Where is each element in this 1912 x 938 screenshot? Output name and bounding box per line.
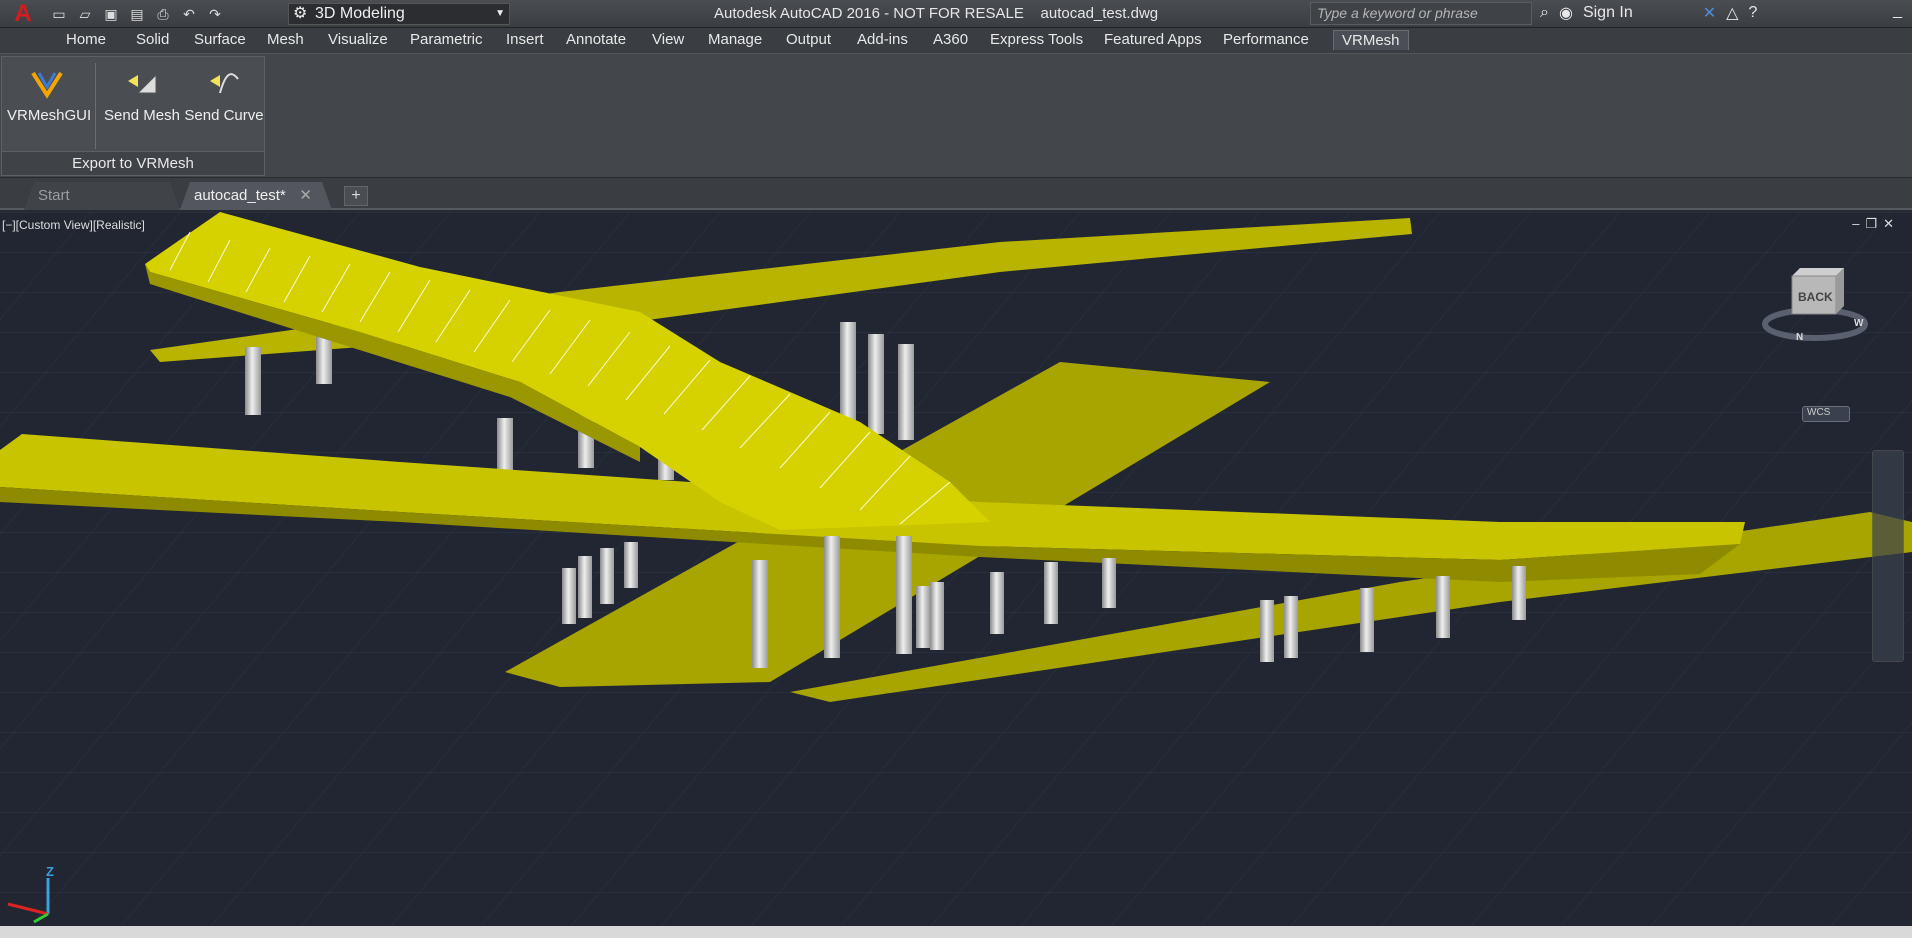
send-curve-button[interactable]: Send Curve — [184, 65, 264, 124]
send-mesh-icon — [128, 73, 157, 94]
help-icon[interactable]: ? — [1748, 4, 1757, 22]
app-title: Autodesk AutoCAD 2016 - NOT FOR RESALE — [714, 5, 1024, 22]
navigation-bar[interactable] — [1872, 450, 1904, 662]
close-icon[interactable]: ✕ — [1883, 216, 1900, 231]
model-canvas[interactable] — [0, 212, 1912, 926]
workspace-label: 3D Modeling — [315, 5, 405, 22]
viewcube-graphic — [1762, 268, 1868, 341]
minimize-icon[interactable]: – — [1852, 216, 1865, 231]
compass-w-label: W — [1854, 318, 1864, 329]
tab-featured-apps[interactable]: Featured Apps — [1104, 31, 1202, 48]
ucs-icon — [7, 878, 50, 924]
window-title: Autodesk AutoCAD 2016 - NOT FOR RESALE a… — [714, 5, 1158, 22]
tab-visualize[interactable]: Visualize — [328, 31, 388, 48]
tab-view[interactable]: View — [652, 31, 684, 48]
minimize-icon[interactable]: _ — [1893, 2, 1902, 19]
gear-icon: ⚙ — [293, 5, 308, 22]
tab-solid[interactable]: Solid — [136, 31, 169, 48]
tab-start[interactable]: Start — [24, 182, 180, 210]
new-tab-button[interactable]: + — [344, 186, 368, 206]
quick-access-toolbar: ▭ ▱ ▣ ▤ ⎙ ↶ ↷ — [48, 3, 226, 25]
vrmesh-icon — [31, 71, 63, 99]
open-file-icon[interactable]: ▱ — [74, 3, 96, 25]
redo-icon[interactable]: ↷ — [204, 3, 226, 25]
viewport-controls: –❐✕ — [1852, 216, 1900, 232]
save-icon[interactable]: ▣ — [100, 3, 122, 25]
tab-home[interactable]: Home — [66, 31, 106, 48]
infocenter: ⌕ ◉ Sign In ✕ △ ? — [1540, 3, 1757, 23]
ribbon-tab-bar: Home Solid Surface Mesh Visualize Parametric I… — [0, 28, 1912, 54]
tab-a360[interactable]: A360 — [933, 31, 968, 48]
wcs-menu[interactable]: WCS — [1802, 406, 1850, 422]
undo-icon[interactable]: ↶ — [178, 3, 200, 25]
tab-performance[interactable]: Performance — [1223, 31, 1309, 48]
document-tab-bar: Start autocad_test* ✕ + — [0, 178, 1912, 210]
viewcube[interactable]: BACK N W — [1760, 262, 1870, 352]
sign-in-button[interactable]: Sign In — [1583, 4, 1633, 22]
compass-n-label: N — [1796, 332, 1804, 343]
application-menu-button[interactable]: A — [0, 0, 46, 28]
file-name: autocad_test.dwg — [1040, 5, 1159, 22]
tab-express-tools[interactable]: Express Tools — [990, 31, 1083, 48]
window-controls: _ — [1893, 2, 1902, 20]
tab-add-ins[interactable]: Add-ins — [857, 31, 908, 48]
vrmeshgui-label: VRMeshGUI — [7, 107, 92, 124]
binoculars-icon[interactable]: ⌕ — [1540, 4, 1549, 22]
send-curve-label: Send Curve — [184, 107, 264, 124]
tab-mesh[interactable]: Mesh — [267, 31, 304, 48]
autocad-logo-icon: A — [14, 0, 32, 27]
save-as-icon[interactable]: ▤ — [126, 3, 148, 25]
tab-manage[interactable]: Manage — [708, 31, 762, 48]
send-mesh-label: Send Mesh — [104, 107, 180, 124]
a360-icon[interactable]: △ — [1726, 3, 1738, 23]
close-icon[interactable]: ✕ — [299, 182, 312, 210]
user-icon[interactable]: ◉ — [1559, 3, 1573, 23]
plot-icon[interactable]: ⎙ — [152, 3, 174, 25]
restore-icon[interactable]: ❐ — [1865, 216, 1883, 231]
drawing-viewport[interactable]: [−][Custom View][Realistic] –❐✕ BACK N W… — [0, 212, 1912, 926]
panel-title[interactable]: Export to VRMesh — [2, 151, 264, 175]
export-to-vrmesh-panel: VRMeshGUI Send Mesh Send Curve Export to… — [1, 56, 265, 176]
status-bar — [0, 926, 1912, 938]
search-input[interactable]: Type a keyword or phrase — [1310, 2, 1532, 25]
ucs-z-label: Z — [46, 864, 54, 879]
new-file-icon[interactable]: ▭ — [48, 3, 70, 25]
vrmeshgui-button[interactable]: VRMeshGUI — [7, 65, 91, 124]
tab-current-label: autocad_test* — [194, 187, 286, 204]
title-bar: A ▭ ▱ ▣ ▤ ⎙ ↶ ↷ ⚙ 3D Modeling ▼ Autodesk… — [0, 0, 1912, 28]
viewcube-face-label: BACK — [1798, 290, 1833, 304]
tab-start-label: Start — [38, 187, 70, 204]
send-mesh-button[interactable]: Send Mesh — [104, 65, 180, 124]
tab-autocad-test[interactable]: autocad_test* ✕ — [180, 182, 332, 210]
tab-annotate[interactable]: Annotate — [566, 31, 626, 48]
chevron-down-icon: ▼ — [495, 8, 505, 19]
tab-insert[interactable]: Insert — [506, 31, 544, 48]
viewport-label[interactable]: [−][Custom View][Realistic] — [2, 218, 145, 232]
send-curve-icon — [210, 73, 239, 94]
tab-parametric[interactable]: Parametric — [410, 31, 483, 48]
ribbon: VRMeshGUI Send Mesh Send Curve Export to… — [0, 54, 1912, 178]
workspace-dropdown[interactable]: ⚙ 3D Modeling ▼ — [288, 3, 510, 25]
tab-surface[interactable]: Surface — [194, 31, 246, 48]
exchange-icon[interactable]: ✕ — [1703, 3, 1716, 23]
tab-output[interactable]: Output — [786, 31, 831, 48]
tab-vrmesh[interactable]: VRMesh — [1333, 30, 1409, 50]
ribbon-separator — [95, 63, 96, 149]
